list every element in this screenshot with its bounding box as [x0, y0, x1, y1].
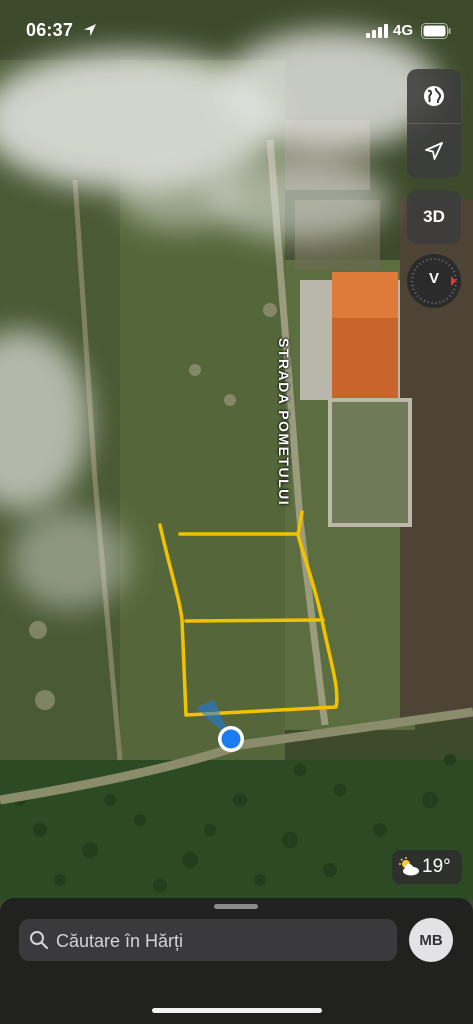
sheet-grabber[interactable]: [214, 904, 258, 909]
3d-button[interactable]: 3D: [407, 190, 461, 244]
search-input[interactable]: Căutare în Hărți: [56, 931, 183, 952]
search-bar[interactable]: Căutare în Hărți: [19, 919, 397, 961]
location-arrow-icon: [425, 142, 443, 160]
weather-badge[interactable]: 19°: [392, 850, 462, 884]
bottom-sheet[interactable]: Căutare în Hărți MB: [0, 898, 473, 1024]
globe-icon: [424, 86, 444, 106]
battery-icon: [421, 23, 451, 39]
partly-cloudy-icon: [399, 857, 419, 876]
cellular-signal-icon: [366, 24, 388, 38]
avatar[interactable]: MB: [409, 918, 453, 962]
map-controls: [407, 69, 461, 178]
compass-button[interactable]: V: [407, 254, 461, 308]
home-indicator: [152, 1008, 322, 1013]
location-arrow-icon: [84, 24, 96, 36]
temperature: 19°: [422, 856, 451, 877]
street-label: STRADA POMETULUI: [276, 338, 292, 507]
compass-direction: V: [428, 270, 439, 287]
network-type: 4G: [393, 22, 414, 39]
search-icon: [30, 931, 49, 950]
status-time: 06:37: [26, 20, 74, 40]
map-mode-button[interactable]: [407, 69, 461, 123]
status-bar: 06:37 4G: [0, 0, 473, 60]
tracking-button[interactable]: [407, 124, 461, 178]
